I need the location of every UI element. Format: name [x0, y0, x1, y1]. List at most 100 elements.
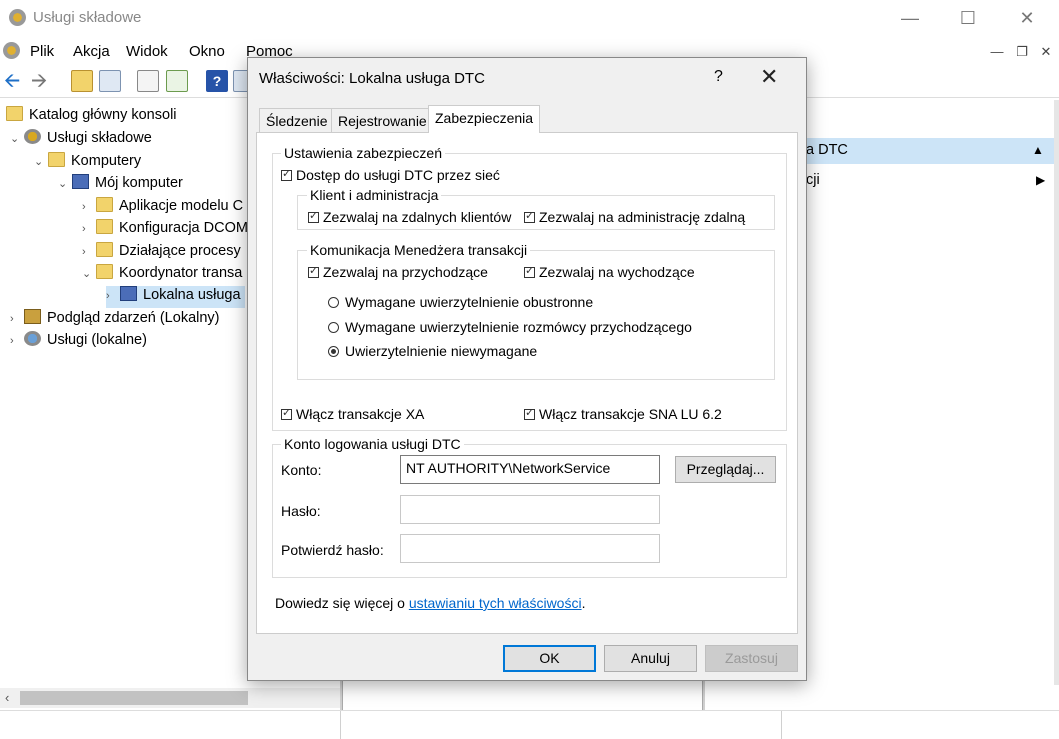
tm-communication-title: Komunikacja Menedżera transakcji	[307, 242, 531, 258]
mdi-restore-button[interactable]: ❐	[1011, 42, 1033, 62]
tree-horizontal-scrollbar[interactable]: ‹	[0, 688, 340, 708]
center-pane	[342, 680, 703, 712]
mdi-minimize-button[interactable]: —	[986, 42, 1008, 62]
dialog-help-button[interactable]: ?	[714, 68, 723, 86]
folder-icon	[96, 197, 113, 212]
folder-icon	[96, 219, 113, 234]
actions-item[interactable]: cji ▶	[806, 170, 1054, 192]
collapse-arrow-icon[interactable]: ▲	[1032, 143, 1044, 157]
radio-empty-icon	[328, 322, 339, 333]
back-arrow-icon[interactable]: 🡨	[4, 70, 26, 92]
tab-logging[interactable]: Rejestrowanie	[331, 108, 434, 132]
scroll-left-icon[interactable]: ‹	[5, 690, 9, 705]
tree-node-event-viewer[interactable]: › Podgląd zdarzeń (Lokalny)	[10, 309, 220, 331]
account-label: Konto:	[281, 462, 322, 478]
tree-node-computers[interactable]: ⌄ Komputery	[34, 152, 141, 174]
learn-more-link[interactable]: ustawianiu tych właściwości	[409, 595, 582, 611]
checkbox-checked-icon	[281, 167, 292, 181]
actions-pane: a DTC ▲ cji ▶	[806, 100, 1059, 685]
security-settings-title: Ustawienia zabezpieczeń	[281, 145, 445, 161]
chevron-right-icon[interactable]: ›	[82, 201, 96, 213]
checkbox-checked-icon	[524, 264, 535, 278]
incoming-auth-radio[interactable]: Wymagane uwierzytelnienie rozmówcy przyc…	[328, 319, 692, 335]
allow-outbound-checkbox[interactable]: Zezwalaj na wychodzące	[524, 264, 695, 280]
logon-account-title: Konto logowania usługi DTC	[281, 436, 464, 452]
radio-selected-icon	[328, 346, 339, 357]
maximize-button[interactable]: ☐	[945, 0, 991, 36]
chevron-right-icon[interactable]: ›	[10, 313, 24, 325]
radio-empty-icon	[328, 297, 339, 308]
tree-node-dtc[interactable]: ⌄ Koordynator transa	[82, 264, 242, 286]
window-title: Usługi składowe	[33, 9, 142, 26]
account-input[interactable]: NT AUTHORITY\NetworkService	[400, 455, 660, 484]
properties-dialog: Właściwości: Lokalna usługa DTC ? ✕ Śled…	[247, 57, 807, 681]
no-auth-radio[interactable]: Uwierzytelnienie niewymagane	[328, 343, 537, 359]
allow-inbound-checkbox[interactable]: Zezwalaj na przychodzące	[308, 264, 488, 280]
close-window-button[interactable]: ✕	[1004, 0, 1050, 36]
network-dtc-access-checkbox[interactable]: Dostęp do usługi DTC przez sieć	[281, 167, 500, 183]
menu-action[interactable]: Akcja	[73, 43, 110, 60]
checkbox-checked-icon	[308, 264, 319, 278]
tree-node-local-dtc[interactable]: › Lokalna usługa	[106, 286, 245, 308]
help-icon[interactable]: ?	[206, 70, 228, 92]
component-services-icon	[24, 129, 41, 144]
chevron-down-icon[interactable]: ⌄	[58, 177, 72, 190]
chevron-down-icon[interactable]: ⌄	[34, 155, 48, 168]
scroll-thumb[interactable]	[20, 691, 248, 705]
properties-icon[interactable]	[137, 70, 159, 92]
password-input[interactable]	[400, 495, 660, 524]
tree-node-console-root[interactable]: Katalog główny konsoli	[6, 106, 177, 128]
pane-divider-right[interactable]	[703, 680, 705, 712]
chevron-down-icon[interactable]: ⌄	[82, 267, 96, 280]
checkbox-checked-icon	[524, 406, 535, 420]
chevron-right-icon[interactable]: ›	[82, 246, 96, 258]
computer-icon	[120, 286, 137, 301]
status-bar	[0, 710, 1059, 739]
tab-security[interactable]: Zabezpieczenia	[428, 105, 541, 133]
folder-icon	[96, 264, 113, 279]
chevron-right-icon[interactable]: ›	[10, 335, 24, 347]
minimize-button[interactable]: —	[887, 0, 933, 36]
cancel-button[interactable]: Anuluj	[604, 645, 697, 672]
actions-header[interactable]: a DTC ▲	[806, 138, 1054, 164]
up-folder-icon[interactable]	[71, 70, 93, 92]
forward-arrow-icon[interactable]: 🡪	[31, 70, 53, 92]
tree-node-component-services[interactable]: ⌄ Usługi składowe	[10, 129, 152, 151]
confirm-password-label: Potwierdź hasło:	[281, 542, 384, 558]
dialog-title: Właściwości: Lokalna usługa DTC	[259, 70, 485, 87]
app-icon	[9, 9, 26, 26]
menu-file[interactable]: Plik	[30, 43, 54, 60]
enable-xa-checkbox[interactable]: Włącz transakcje XA	[281, 406, 424, 422]
submenu-arrow-icon[interactable]: ▶	[1036, 173, 1045, 187]
dialog-close-button[interactable]: ✕	[760, 64, 778, 90]
mdi-close-button[interactable]: ✕	[1035, 42, 1057, 62]
event-viewer-icon	[24, 309, 41, 324]
tree-node-services[interactable]: › Usługi (lokalne)	[10, 331, 147, 353]
tree-node-com-applications[interactable]: › Aplikacje modelu C	[82, 197, 243, 219]
export-list-icon[interactable]	[166, 70, 188, 92]
browse-button[interactable]: Przeglądaj...	[675, 456, 776, 483]
checkbox-checked-icon	[524, 209, 535, 223]
ok-button[interactable]: OK	[503, 645, 596, 672]
confirm-password-input[interactable]	[400, 534, 660, 563]
chevron-right-icon[interactable]: ›	[82, 223, 96, 235]
status-divider	[340, 711, 341, 739]
allow-remote-admin-checkbox[interactable]: Zezwalaj na administrację zdalną	[524, 209, 745, 225]
chevron-right-icon[interactable]: ›	[106, 290, 120, 302]
client-admin-title: Klient i administracja	[307, 187, 442, 203]
mutual-auth-radio[interactable]: Wymagane uwierzytelnienie obustronne	[328, 294, 593, 310]
learn-more-text: Dowiedz się więcej o ustawianiu tych wła…	[275, 595, 586, 611]
apply-button[interactable]: Zastosuj	[705, 645, 798, 672]
tree-node-my-computer[interactable]: ⌄ Mój komputer	[58, 174, 183, 196]
actions-scrollbar[interactable]	[1054, 100, 1059, 685]
menu-view[interactable]: Widok	[126, 43, 168, 60]
menu-window[interactable]: Okno	[189, 43, 225, 60]
tree-node-running-processes[interactable]: › Działające procesy	[82, 242, 241, 264]
tree-node-dcom-config[interactable]: › Konfiguracja DCOM	[82, 219, 248, 241]
tab-content-security: Ustawienia zabezpieczeń Dostęp do usługi…	[256, 132, 798, 634]
tab-tracing[interactable]: Śledzenie	[259, 108, 335, 132]
show-hide-tree-icon[interactable]	[99, 70, 121, 92]
allow-remote-clients-checkbox[interactable]: Zezwalaj na zdalnych klientów	[308, 209, 511, 225]
enable-sna-checkbox[interactable]: Włącz transakcje SNA LU 6.2	[524, 406, 722, 422]
chevron-down-icon[interactable]: ⌄	[10, 132, 24, 145]
